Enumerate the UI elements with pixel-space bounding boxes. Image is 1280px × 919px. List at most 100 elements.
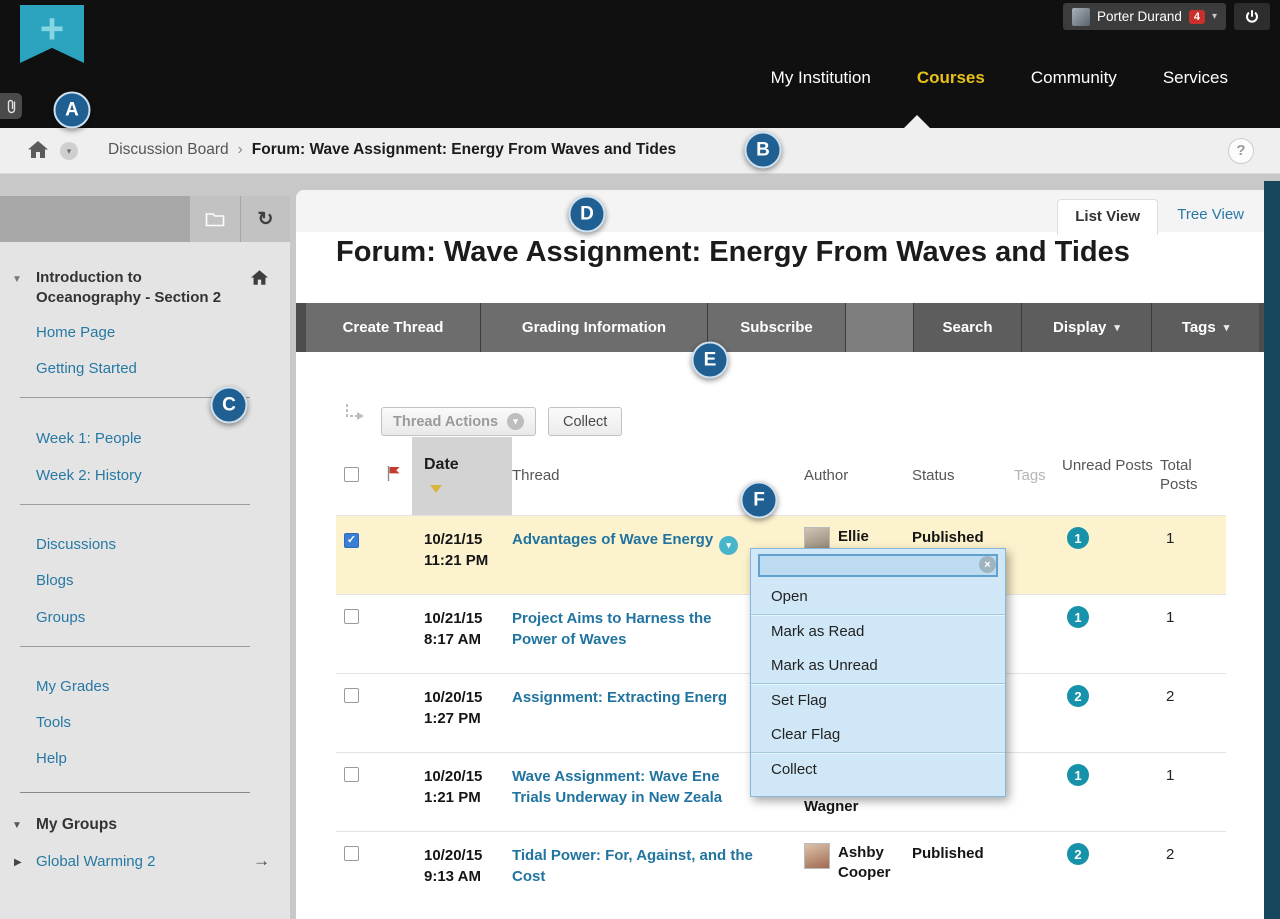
annotation-c: C: [211, 387, 248, 424]
sidebar-divider: [20, 646, 250, 647]
total-posts-count: 1: [1160, 516, 1226, 594]
sidebar-toolbar-icons: ↻: [190, 196, 290, 242]
sidebar-item-week-1-people[interactable]: Week 1: People: [36, 430, 142, 447]
status-text: Published: [912, 832, 1014, 910]
home-icon: [251, 270, 268, 285]
sidebar-item-home-page[interactable]: Home Page: [36, 324, 115, 341]
unread-count-badge[interactable]: 1: [1067, 606, 1089, 628]
add-course-tab[interactable]: +: [20, 5, 84, 63]
tab-list-view[interactable]: List View: [1057, 199, 1158, 235]
menu-item-mark-as-read[interactable]: Mark as Read: [751, 615, 1005, 649]
select-all-checkbox[interactable]: [344, 467, 359, 482]
thread-link[interactable]: Assignment: Extracting Energ: [512, 689, 727, 706]
unread-count-badge[interactable]: 1: [1067, 764, 1089, 786]
collapse-caret-icon[interactable]: ▼: [12, 274, 22, 285]
close-icon[interactable]: ×: [979, 556, 996, 573]
sidebar-item-blogs[interactable]: Blogs: [36, 572, 74, 589]
flag-column-header[interactable]: [378, 437, 412, 515]
unread-count-badge[interactable]: 2: [1067, 685, 1089, 707]
user-menu[interactable]: Porter Durand 4 ▾: [1063, 3, 1226, 30]
help-button[interactable]: ?: [1228, 138, 1254, 164]
thread-options-menu-button[interactable]: ▾: [719, 536, 738, 555]
total-posts-count: 1: [1160, 595, 1226, 673]
retention-center-tab[interactable]: [0, 93, 22, 119]
thread-link[interactable]: Project Aims to Harness the: [512, 610, 712, 627]
annotation-b: B: [745, 132, 782, 169]
search-button[interactable]: Search: [914, 303, 1022, 352]
course-home-button[interactable]: [251, 270, 268, 290]
breadcrumb-expand-button[interactable]: ▾: [60, 142, 78, 160]
thread-link[interactable]: Advantages of Wave Energy: [512, 531, 713, 548]
course-title-link[interactable]: Introduction to Oceanography - Section 2: [36, 268, 234, 308]
sidebar-item-my-grades[interactable]: My Grades: [36, 678, 109, 695]
date-column-header[interactable]: Date: [412, 437, 512, 515]
row-checkbox[interactable]: [344, 609, 359, 624]
menu-item-collect[interactable]: Collect: [751, 753, 1005, 787]
row-checkbox[interactable]: [344, 767, 359, 782]
menu-item-clear-flag[interactable]: Clear Flag: [751, 718, 1005, 752]
sidebar-item-week-2-history[interactable]: Week 2: History: [36, 467, 142, 484]
thread-link[interactable]: Tidal Power: For, Against, and the: [512, 847, 753, 864]
chevron-down-icon: ▾: [1114, 321, 1120, 334]
tags-menu-button[interactable]: Tags▾: [1152, 303, 1259, 352]
sidebar-item-groups[interactable]: Groups: [36, 609, 85, 626]
unread-count-badge[interactable]: 1: [1067, 527, 1089, 549]
table-row: 10/20/159:13 AM Tidal Power: For, Agains…: [336, 831, 1226, 910]
annotation-e: E: [692, 342, 729, 379]
annotation-d: D: [569, 196, 606, 233]
sidebar-item-global-warming-2[interactable]: Global Warming 2: [36, 853, 156, 870]
collapse-caret-icon[interactable]: ▼: [12, 820, 22, 831]
sidebar-item-tools[interactable]: Tools: [36, 714, 71, 731]
thread-actions-button[interactable]: Thread Actions ▾: [381, 407, 536, 436]
sidebar-item-discussions[interactable]: Discussions: [36, 536, 116, 553]
author-column-header[interactable]: Author: [804, 437, 912, 515]
tab-courses[interactable]: Courses: [917, 68, 985, 88]
status-column-header[interactable]: Status: [912, 437, 1014, 515]
sidebar-item-getting-started[interactable]: Getting Started: [36, 360, 137, 377]
course-header: ▼ Introduction to Oceanography - Section…: [0, 268, 290, 308]
tab-tree-view[interactable]: Tree View: [1177, 206, 1244, 223]
row-checkbox[interactable]: [344, 688, 359, 703]
expand-caret-icon[interactable]: ▶: [14, 857, 22, 868]
subscribe-button[interactable]: Subscribe: [708, 303, 846, 352]
thread-link[interactable]: Wave Assignment: Wave Ene: [512, 768, 720, 785]
logout-button[interactable]: [1234, 3, 1270, 30]
menu-item-set-flag[interactable]: Set Flag: [751, 684, 1005, 718]
thread-date: 10/20/159:13 AM: [412, 832, 512, 910]
tab-community[interactable]: Community: [1031, 68, 1117, 88]
active-tab-notch: [904, 115, 930, 128]
select-all-cell: [336, 437, 378, 515]
power-icon: [1245, 10, 1259, 24]
refresh-icon: ↻: [258, 208, 274, 231]
total-posts-count: 2: [1160, 832, 1226, 910]
refresh-button[interactable]: ↻: [240, 196, 290, 242]
unread-posts-column-header[interactable]: Unread Posts: [1062, 437, 1160, 515]
menu-item-mark-as-unread[interactable]: Mark as Unread: [751, 649, 1005, 683]
folder-view-button[interactable]: [190, 196, 240, 242]
sidebar-item-help[interactable]: Help: [36, 750, 67, 767]
grading-information-button[interactable]: Grading Information: [481, 303, 708, 352]
tab-my-institution[interactable]: My Institution: [771, 68, 871, 88]
paperclip-icon: [6, 98, 17, 114]
collect-button[interactable]: Collect: [548, 407, 622, 436]
row-checkbox[interactable]: [344, 846, 359, 861]
breadcrumb-link-discussion-board[interactable]: Discussion Board: [108, 141, 229, 158]
indent-arrow-icon: [342, 401, 366, 430]
table-header-row: Date Thread Author Status Tags Unread Po…: [336, 437, 1226, 515]
context-menu-header: [758, 554, 998, 577]
tab-services[interactable]: Services: [1163, 68, 1228, 88]
breadcrumb-current: Forum: Wave Assignment: Energy From Wave…: [252, 141, 676, 158]
unread-count-badge[interactable]: 2: [1067, 843, 1089, 865]
row-checkbox[interactable]: ✓: [344, 533, 359, 548]
create-thread-button[interactable]: Create Thread: [306, 303, 481, 352]
author-avatar: [804, 843, 830, 869]
chevron-down-icon: ▾: [1224, 321, 1230, 334]
annotation-f: F: [741, 482, 778, 519]
total-posts-column-header[interactable]: Total Posts: [1160, 437, 1226, 515]
display-menu-button[interactable]: Display▾: [1022, 303, 1152, 352]
forum-action-bar: Create Thread Grading Information Subscr…: [296, 303, 1264, 352]
notification-badge: 4: [1189, 10, 1205, 24]
home-button[interactable]: [28, 141, 48, 163]
open-group-arrow-icon[interactable]: →: [253, 851, 270, 871]
menu-item-open[interactable]: Open: [751, 580, 1005, 614]
